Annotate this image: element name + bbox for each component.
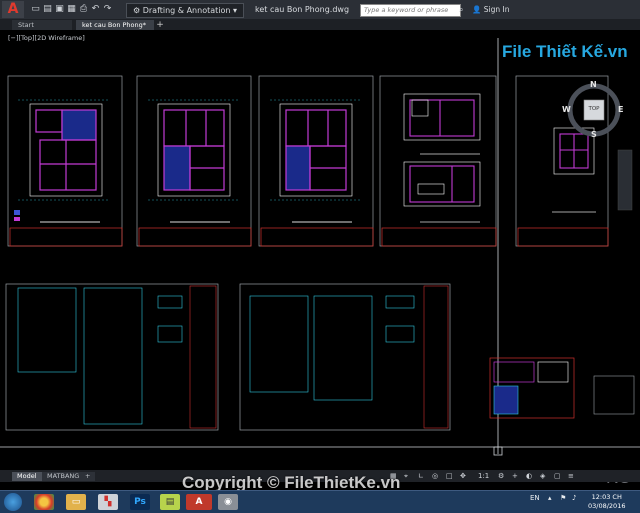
print-icon[interactable]: ⎙ <box>78 4 89 15</box>
title-bar: A ▭ ▤ ▣ ▦ ⎙ ↶ ↷ ⚙ Drafting & Annotation … <box>0 0 640 20</box>
tray-arrow-icon[interactable]: ▴ <box>548 494 552 502</box>
floor-plan-sheet-1 <box>7 75 123 247</box>
roof-plan-sheet-4 <box>379 75 497 247</box>
osnap-icon[interactable]: □ <box>446 472 453 481</box>
tab-matbang[interactable]: MATBANG <box>42 472 85 481</box>
windows-taskbar: ▭ ▚ Ps ▤ A ◉ EN ▴ ⚑ ♪ 12:03 CH 03/08/201… <box>0 490 640 513</box>
autocad-taskbar-icon[interactable]: A <box>186 494 212 510</box>
viewcube-north[interactable]: N <box>590 80 597 89</box>
autocad-logo-icon[interactable]: A <box>2 1 24 18</box>
save-icon[interactable]: ▣ <box>54 4 65 15</box>
drawing-viewport[interactable]: [−][Top][2D Wireframe] File Thiết Kế.vn … <box>0 30 640 487</box>
redo-icon[interactable]: ↷ <box>102 4 113 15</box>
notes-icon[interactable]: ▤ <box>160 494 180 510</box>
media-icon[interactable]: ◉ <box>218 494 238 510</box>
schedule-sheet-a <box>5 283 219 431</box>
tab-start[interactable]: Start <box>12 20 72 30</box>
ortho-icon[interactable]: ∟ <box>418 472 424 481</box>
floor-plan-sheet-2 <box>136 75 252 247</box>
settings-icon[interactable]: ⚙ <box>498 472 504 481</box>
undo-icon[interactable]: ↶ <box>90 4 101 15</box>
save-as-icon[interactable]: ▦ <box>66 4 77 15</box>
document-tab-bar: Start ket cau Bon Phong* × + <box>0 19 640 39</box>
tab-drawing-label: ket cau Bon Phong* <box>82 21 147 29</box>
workspace-label: Drafting & Annotation <box>142 6 231 15</box>
hardware-accel-icon[interactable]: ◈ <box>540 472 545 481</box>
workspace-selector[interactable]: ⚙ Drafting & Annotation ▾ <box>126 3 245 18</box>
drawing-canvas <box>0 38 640 456</box>
annotation-scale[interactable]: 1:1 <box>478 472 489 481</box>
clean-screen-icon[interactable]: ▢ <box>554 472 561 481</box>
schedule-sheet-b <box>239 283 451 431</box>
new-file-icon[interactable]: ▭ <box>30 4 41 15</box>
document-title: ket cau Bon Phong.dwg <box>255 5 350 14</box>
photoshop-icon[interactable]: Ps <box>130 494 150 510</box>
clock-time: 12:03 CH <box>591 493 622 501</box>
customize-icon[interactable]: ≡ <box>568 472 574 481</box>
sign-in-button[interactable]: 👤 Sign In <box>472 4 509 15</box>
open-file-icon[interactable]: ▤ <box>42 4 53 15</box>
chrome-icon[interactable] <box>34 494 54 510</box>
search-icon[interactable]: ⌕ <box>459 4 463 15</box>
sign-in-label: Sign In <box>483 5 510 14</box>
tab-drawing[interactable]: ket cau Bon Phong* × <box>76 20 154 39</box>
floor-plan-sheet-3 <box>258 75 374 247</box>
folder-icon[interactable]: ▭ <box>66 494 86 510</box>
clock-date: 03/08/2016 <box>588 502 626 510</box>
language-indicator[interactable]: EN <box>530 494 540 502</box>
start-button-icon[interactable] <box>4 493 22 511</box>
app-icon[interactable]: ▚ <box>98 494 118 510</box>
viewcube[interactable]: N S W E TOP <box>562 80 623 139</box>
snap-icon[interactable]: ⌖ <box>404 472 408 481</box>
gear-icon: ⚙ <box>133 6 143 15</box>
isolate-icon[interactable]: ◐ <box>526 472 532 481</box>
volume-icon[interactable]: ♪ <box>572 494 576 502</box>
viewcube-east[interactable]: E <box>618 105 623 114</box>
viewcube-top-face[interactable]: TOP <box>586 106 602 112</box>
add-layout-icon[interactable]: + <box>80 472 96 481</box>
new-tab-icon[interactable]: + <box>155 20 165 30</box>
watermark-brand: File Thiết Kế.vn <box>502 42 628 61</box>
polar-icon[interactable]: ◎ <box>432 472 438 481</box>
search-input[interactable]: Type a keyword or phrase <box>360 4 461 17</box>
viewcube-south[interactable]: S <box>591 130 597 139</box>
plus-icon[interactable]: + <box>512 472 518 481</box>
taskbar-clock[interactable]: 12:03 CH 03/08/2016 <box>588 493 625 511</box>
tab-model[interactable]: Model <box>12 472 42 481</box>
flag-icon[interactable]: ⚑ <box>560 494 566 502</box>
thumbnail-sheet <box>489 357 635 419</box>
annotation-scale-icon[interactable]: ✥ <box>460 472 466 481</box>
viewcube-west[interactable]: W <box>562 105 571 114</box>
